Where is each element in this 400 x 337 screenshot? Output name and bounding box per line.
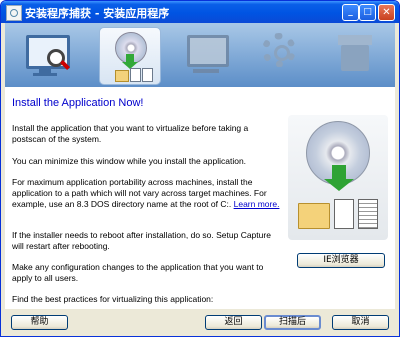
main-panel: Install the Application Now! Install the… [5, 87, 395, 309]
title-bar[interactable]: 安装程序捕获 - 安装应用程序 _ □ ✕ [1, 1, 399, 23]
document-icon [142, 68, 153, 82]
folder-icon [115, 70, 129, 82]
paragraph-configuration: Make any configuration changes to the ap… [12, 262, 264, 283]
maximize-button[interactable]: □ [359, 4, 376, 21]
monitor-base [193, 69, 219, 73]
paragraph-best-practices: Find the best practices for virtualizing… [12, 294, 214, 304]
monitor-icon [187, 35, 229, 67]
learn-more-link[interactable]: Learn more. [234, 199, 280, 209]
step-postscan [175, 27, 235, 83]
wizard-step-bar [5, 23, 395, 87]
ie-browser-button[interactable]: IE浏览器 [297, 253, 385, 268]
step-settings [250, 27, 310, 83]
document-icon [130, 68, 141, 82]
step-package [325, 27, 385, 83]
help-button[interactable]: 帮助 [11, 315, 68, 330]
minimize-button[interactable]: _ [342, 4, 359, 21]
page-title: Install the Application Now! [12, 97, 144, 109]
down-arrow-icon [122, 54, 138, 69]
cancel-button[interactable]: 取消 [332, 315, 389, 330]
step-prescan [17, 27, 77, 83]
window-title: 安装程序捕获 - 安装应用程序 [25, 7, 170, 20]
gear-icon [262, 33, 296, 67]
package-icon [338, 35, 372, 71]
down-arrow-icon [324, 165, 354, 191]
postscan-button[interactable]: 扫描后 [264, 315, 321, 330]
folder-icon [298, 203, 330, 229]
monitor-base [33, 73, 57, 76]
text-document-icon [358, 199, 378, 229]
paragraph-postscan: Install the application that you want to… [12, 123, 249, 144]
install-illustration [288, 115, 388, 240]
document-icon [334, 199, 354, 229]
back-button[interactable]: 返回 [205, 315, 262, 330]
portability-text: For maximum application portability acro… [12, 177, 267, 209]
setup-capture-window: 安装程序捕获 - 安装应用程序 _ □ ✕ Install the Applic… [0, 0, 400, 337]
app-icon [6, 5, 22, 21]
step-install-application [99, 27, 161, 85]
close-button[interactable]: ✕ [378, 4, 395, 21]
paragraph-minimize: You can minimize this window while you i… [12, 156, 247, 166]
paragraph-portability: For maximum application portability acro… [12, 177, 280, 210]
paragraph-reboot: If the installer needs to reboot after i… [12, 230, 271, 251]
